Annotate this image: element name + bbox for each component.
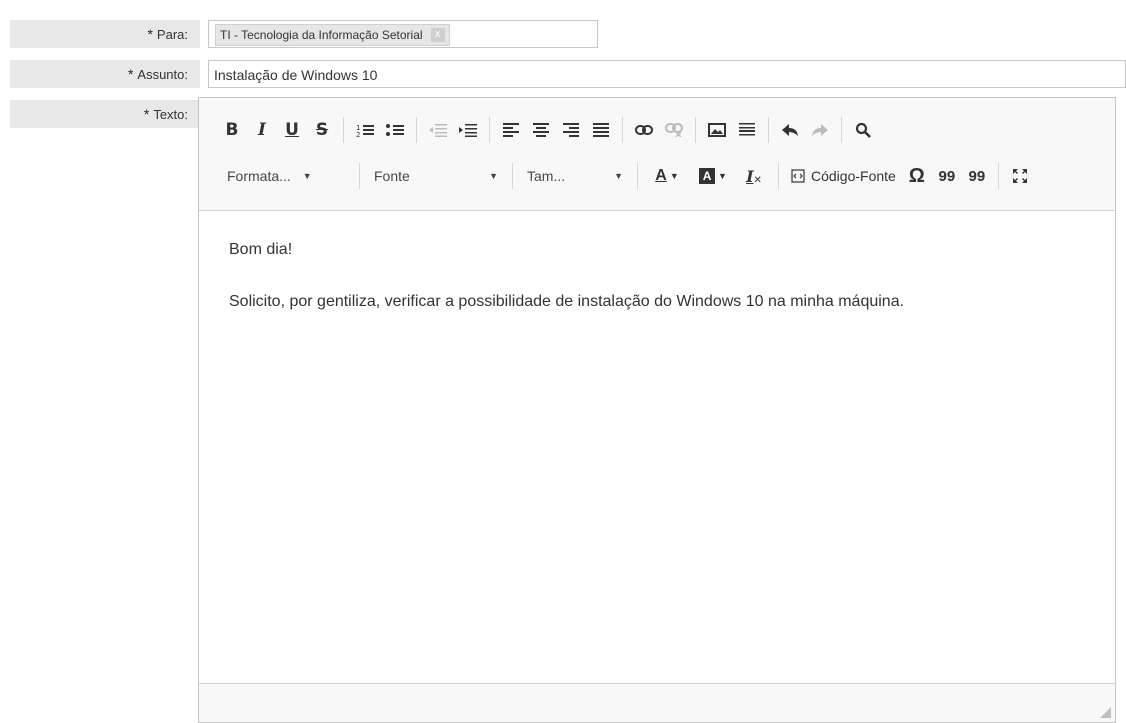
required-mark: *: [143, 106, 150, 122]
subject-label: * Assunto:: [10, 60, 200, 88]
bulleted-list-icon: [386, 124, 404, 136]
chevron-down-icon: ▼: [614, 171, 623, 181]
background-color-button[interactable]: A ▼: [690, 161, 736, 191]
remove-format-button[interactable]: I ✕: [736, 161, 772, 191]
align-center-icon: [533, 123, 549, 137]
special-character-button[interactable]: Ω: [902, 161, 932, 191]
required-mark: *: [127, 66, 134, 82]
font-dropdown[interactable]: Fonte ▼: [366, 161, 506, 191]
content-line-greeting: Bom dia!: [229, 241, 293, 258]
search-icon: [855, 122, 871, 138]
bulleted-list-button[interactable]: [380, 115, 410, 145]
source-code-button[interactable]: Código-Fonte: [785, 161, 902, 191]
undo-button[interactable]: [775, 115, 805, 145]
size-dropdown-label: Tam...: [527, 168, 566, 184]
separator: [512, 163, 513, 189]
link-button[interactable]: [629, 115, 659, 145]
subject-label-text: Assunto:: [137, 67, 188, 82]
numbered-list-button[interactable]: 12: [350, 115, 380, 145]
chevron-down-icon: ▼: [718, 171, 727, 181]
indent-button[interactable]: [453, 115, 483, 145]
undo-icon: [782, 124, 798, 136]
numbered-list-icon: 12: [356, 124, 374, 137]
align-left-icon: [503, 123, 519, 137]
unlink-icon: [665, 123, 683, 137]
remove-format-icon: I: [746, 166, 754, 186]
to-label-text: Para:: [156, 27, 188, 42]
resize-handle-icon[interactable]: [1100, 707, 1111, 718]
separator: [343, 117, 344, 143]
background-color-icon: A: [699, 168, 716, 184]
required-mark: *: [147, 26, 153, 42]
source-code-label: Código-Fonte: [811, 168, 896, 184]
redo-icon: [812, 124, 828, 136]
separator: [997, 163, 999, 189]
remove-format-x-icon: ✕: [753, 174, 762, 186]
format-dropdown-label: Formata...: [227, 168, 291, 184]
align-right-button[interactable]: [556, 115, 586, 145]
unlink-button[interactable]: [659, 115, 689, 145]
text-label-text: Texto:: [153, 107, 188, 122]
to-field[interactable]: TI - Tecnologia da Informação Setorial x: [208, 20, 598, 48]
separator: [489, 117, 490, 143]
source-code-icon: [791, 169, 805, 183]
italic-button[interactable]: I: [247, 115, 277, 145]
editor-toolbar: B I U S 12 Formata... ▼ Fonte ▼ Tam... ▼…: [199, 98, 1115, 211]
svg-text:2: 2: [356, 131, 360, 137]
to-label: * Para:: [10, 20, 200, 48]
justify-button[interactable]: [586, 115, 616, 145]
separator: [768, 117, 769, 143]
chevron-down-icon: ▼: [302, 171, 312, 181]
toolbar-row-2: Formata... ▼ Fonte ▼ Tam... ▼ A ▼ A ▼ I ✕: [219, 160, 1035, 192]
align-center-button[interactable]: [526, 115, 556, 145]
text-label: * Texto:: [10, 100, 200, 128]
remove-blockquote-button[interactable]: 99: [962, 161, 992, 191]
bold-button[interactable]: B: [217, 115, 247, 145]
separator: [622, 117, 623, 143]
subject-input[interactable]: Instalação de Windows 10: [208, 60, 1126, 88]
chevron-down-icon: ▼: [489, 171, 498, 181]
remove-recipient-button[interactable]: x: [430, 28, 445, 42]
separator: [778, 163, 779, 189]
rich-text-editor: B I U S 12 Formata... ▼ Fonte ▼ Tam... ▼…: [198, 97, 1116, 723]
maximize-button[interactable]: [1005, 161, 1035, 191]
separator: [841, 117, 842, 143]
maximize-icon: [1012, 169, 1027, 183]
format-dropdown[interactable]: Formata... ▼: [219, 161, 353, 191]
chevron-down-icon: ▼: [669, 171, 679, 181]
indent-icon: [459, 124, 477, 137]
outdent-button[interactable]: [423, 115, 453, 145]
editor-content[interactable]: Bom dia! Solicito, por gentiliza, verifi…: [199, 211, 1115, 685]
link-icon: [635, 125, 653, 135]
recipient-tag: TI - Tecnologia da Informação Setorial x: [215, 24, 450, 46]
separator: [637, 163, 638, 189]
separator: [359, 163, 360, 189]
separator: [695, 117, 696, 143]
image-icon: [708, 123, 726, 137]
justify-icon: [593, 123, 609, 137]
recipient-tag-label: TI - Tecnologia da Informação Setorial: [220, 28, 423, 42]
underline-button[interactable]: U: [277, 115, 307, 145]
align-right-icon: [563, 123, 579, 137]
outdent-icon: [429, 124, 447, 137]
image-button[interactable]: [702, 115, 732, 145]
text-color-icon: A: [655, 167, 667, 184]
size-dropdown[interactable]: Tam... ▼: [519, 161, 631, 191]
align-left-button[interactable]: [496, 115, 526, 145]
strikethrough-button[interactable]: S: [307, 115, 337, 145]
text-color-button[interactable]: A ▼: [644, 161, 690, 191]
editor-status-bar: [199, 683, 1115, 722]
blockquote-button[interactable]: 99: [932, 161, 962, 191]
horizontal-line-icon: [739, 123, 755, 136]
font-dropdown-label: Fonte: [374, 168, 410, 184]
horizontal-line-button[interactable]: [732, 115, 762, 145]
content-line-body: Solicito, por gentiliza, verificar a pos…: [229, 293, 905, 310]
separator: [416, 117, 417, 143]
toolbar-row-1: B I U S 12: [217, 114, 878, 146]
find-button[interactable]: [848, 115, 878, 145]
redo-button[interactable]: [805, 115, 835, 145]
